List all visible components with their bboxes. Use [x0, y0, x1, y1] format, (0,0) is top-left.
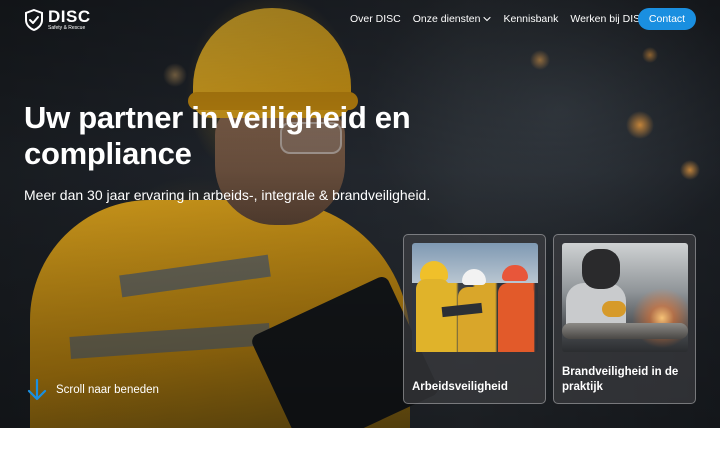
contact-button[interactable]: Contact [638, 8, 696, 30]
arrow-down-icon [27, 378, 47, 401]
welder-sparks-photo [562, 243, 688, 352]
hero-subline: Meer dan 30 jaar ervaring in arbeids-, i… [24, 187, 431, 203]
disc-logo[interactable]: DISC Safety & Rescue [24, 8, 91, 31]
card-title: Brandveiligheid in de praktijk [562, 366, 679, 393]
service-card-arbeidsveiligheid[interactable]: Arbeidsveiligheid [403, 234, 546, 404]
main-menu: Over DISC Onze diensten Kennisbank Werke… [350, 13, 660, 25]
top-navigation: DISC Safety & Rescue Over DISC Onze dien… [0, 0, 720, 40]
nav-item-werken-bij-disc[interactable]: Werken bij DISC [570, 13, 647, 25]
hero-headline: Uw partner in veiligheid en compliance [24, 100, 411, 171]
nav-item-kennisbank[interactable]: Kennisbank [503, 13, 558, 25]
nav-item-label: Onze diensten [412, 13, 481, 25]
logo-tagline: Safety & Rescue [48, 25, 86, 31]
chevron-down-icon [483, 16, 492, 22]
logo-name: DISC [48, 7, 91, 26]
scroll-down-link[interactable]: Scroll naar beneden [26, 378, 159, 402]
shield-check-icon [25, 8, 43, 31]
nav-item-onze-diensten[interactable]: Onze diensten [413, 13, 492, 25]
workers-with-tablet-photo [412, 243, 538, 352]
service-card-brandveiligheid[interactable]: Brandveiligheid in de praktijk [553, 234, 696, 404]
card-title: Arbeidsveiligheid [412, 381, 508, 393]
nav-item-over-disc[interactable]: Over DISC [350, 13, 401, 25]
hero-section: Uw partner in veiligheid en compliance M… [0, 0, 720, 428]
scroll-down-label: Scroll naar beneden [56, 384, 159, 396]
